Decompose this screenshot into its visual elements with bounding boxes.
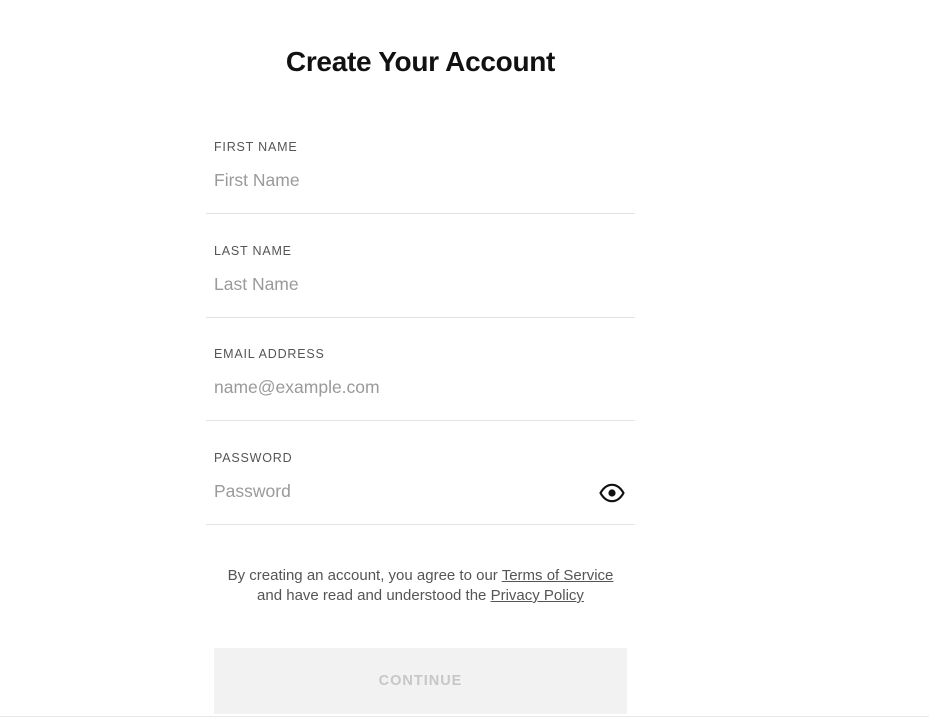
password-input[interactable] (214, 479, 584, 503)
legal-notice: By creating an account, you agree to our… (206, 566, 635, 606)
email-input[interactable] (214, 375, 584, 399)
eye-icon[interactable] (598, 481, 626, 505)
page-title: Create Your Account (285, 46, 556, 77)
first-name-field: FIRST NAME (206, 110, 635, 214)
last-name-label: LAST NAME (214, 244, 292, 258)
password-label: PASSWORD (214, 451, 293, 465)
first-name-input[interactable] (214, 168, 584, 192)
terms-of-service-link[interactable]: Terms of Service (502, 567, 614, 584)
last-name-field: LAST NAME (206, 214, 635, 318)
create-account-page: Create Your Account FIRST NAME LAST NAME… (0, 0, 929, 720)
last-name-input[interactable] (214, 272, 584, 296)
privacy-policy-link[interactable]: Privacy Policy (491, 587, 584, 604)
legal-text-line2: and have read and understood the (257, 587, 491, 604)
bottom-divider (0, 716, 929, 717)
continue-button[interactable]: CONTINUE (214, 648, 627, 714)
email-address-label: EMAIL ADDRESS (214, 347, 325, 361)
password-field: PASSWORD (206, 421, 635, 525)
legal-text-line1: By creating an account, you agree to our (227, 567, 502, 584)
first-name-label: FIRST NAME (214, 140, 298, 154)
email-address-field: EMAIL ADDRESS (206, 317, 635, 421)
